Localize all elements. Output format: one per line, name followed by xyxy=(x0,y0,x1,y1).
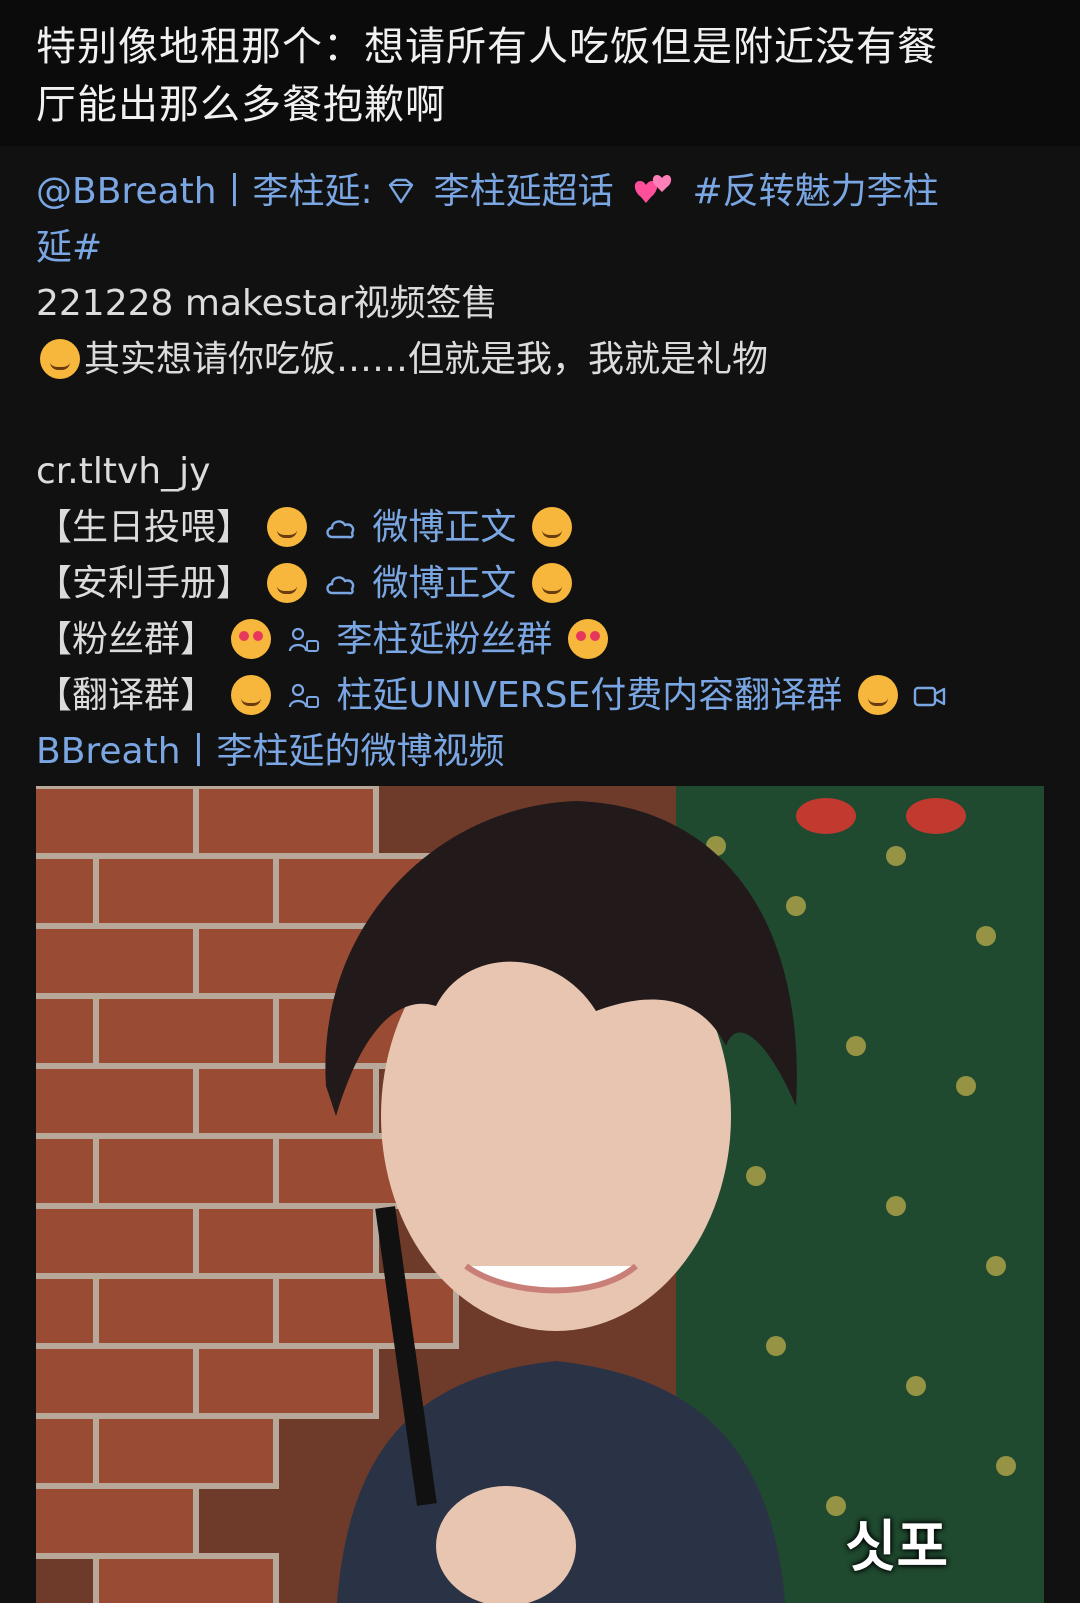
list-item: 【粉丝群】 李柱延粉丝群 xyxy=(36,612,1046,668)
cloud-icon xyxy=(323,507,372,548)
two-hearts-icon xyxy=(625,171,692,212)
cat-emoji-icon xyxy=(231,675,272,715)
translation-group-link[interactable]: 柱延UNIVERSE付费内容翻译群 xyxy=(336,675,842,716)
video-player[interactable]: 싯포 xyxy=(36,786,1044,1603)
weibo-text-link[interactable]: 微博正文 xyxy=(372,563,516,604)
repost-header-line: @BBreath丨李柱延: 李柱延超话 #反转魅力李柱 xyxy=(36,164,1046,220)
author-link[interactable]: @BBreath丨李柱延: xyxy=(36,171,373,212)
cat-emoji-icon xyxy=(40,339,80,379)
video-link[interactable]: BBreath丨李柱延的微博视频 xyxy=(36,731,505,772)
hashtag-link-continued[interactable]: 延# xyxy=(36,227,102,268)
cat-emoji-icon xyxy=(267,563,308,603)
makestar-line: 221228 makestar视频签售 xyxy=(36,283,498,324)
list-item: 【生日投喂】 微博正文 xyxy=(36,500,1046,556)
heart-eyes-cat-emoji-icon xyxy=(231,619,272,659)
video-thumbnail xyxy=(36,786,1044,1603)
reposted-content[interactable]: @BBreath丨李柱延: 李柱延超话 #反转魅力李柱 延# 221228 ma… xyxy=(0,146,1080,1603)
item-bracket-label: 【翻译群】 xyxy=(36,675,217,716)
list-item: 【翻译群】 柱延UNIVERSE付费内容翻译群 xyxy=(36,668,1046,724)
diamond-icon xyxy=(384,171,433,212)
group-chat-icon xyxy=(287,675,336,716)
quote-line: 其实想请你吃饭……但就是我，我就是礼物 xyxy=(36,332,1046,388)
original-post-text: 特别像地租那个：想请所有人吃饭但是附近没有餐 厅能出那么多餐抱歉啊 xyxy=(36,18,1044,134)
fan-group-link[interactable]: 李柱延粉丝群 xyxy=(336,619,552,660)
cloud-icon xyxy=(323,563,372,604)
item-bracket-label: 【粉丝群】 xyxy=(36,619,217,660)
hashtag-continuation: 延# xyxy=(36,220,1046,276)
video-camera-icon xyxy=(913,675,951,716)
item-bracket-label: 【生日投喂】 xyxy=(36,507,253,548)
cat-emoji-icon xyxy=(857,675,898,715)
original-post[interactable]: 特别像地租那个：想请所有人吃饭但是附近没有餐 厅能出那么多餐抱歉啊 xyxy=(0,0,1080,146)
original-post-line-2: 厅能出那么多餐抱歉啊 xyxy=(36,82,446,128)
group-chat-icon xyxy=(287,619,336,660)
hashtag-link[interactable]: #反转魅力李柱 xyxy=(693,171,939,212)
video-link-line: BBreath丨李柱延的微博视频 xyxy=(36,724,1046,780)
cat-emoji-icon xyxy=(267,507,308,547)
weibo-text-link[interactable]: 微博正文 xyxy=(372,507,516,548)
video-caption: 싯포 xyxy=(844,1515,948,1580)
repost-body: @BBreath丨李柱延: 李柱延超话 #反转魅力李柱 延# 221228 ma… xyxy=(36,164,1046,780)
credit-line: cr.tltvh_jy xyxy=(36,451,211,492)
cat-emoji-icon xyxy=(531,563,572,603)
original-post-line-1: 特别像地租那个：想请所有人吃饭但是附近没有餐 xyxy=(36,24,938,70)
list-item: 【安利手册】 微博正文 xyxy=(36,556,1046,612)
item-bracket-label: 【安利手册】 xyxy=(36,563,253,604)
quote-text: 其实想请你吃饭……但就是我，我就是礼物 xyxy=(84,339,769,380)
heart-eyes-cat-emoji-icon xyxy=(567,619,608,659)
supertopic-link[interactable]: 李柱延超话 xyxy=(434,171,614,212)
cat-emoji-icon xyxy=(531,507,572,547)
